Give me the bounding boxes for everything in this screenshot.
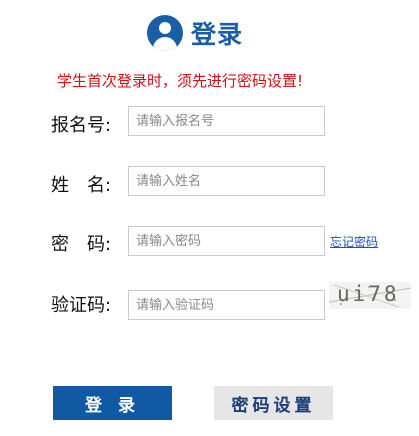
user-icon <box>147 15 183 51</box>
captcha-label: 验证码: <box>51 295 112 316</box>
captcha-input[interactable] <box>128 290 325 320</box>
name-input[interactable] <box>128 166 325 196</box>
set-password-button[interactable]: 密码设置 <box>214 386 333 420</box>
captcha-image[interactable]: ui78 <box>329 282 411 309</box>
login-button[interactable]: 登 录 <box>53 386 172 420</box>
first-login-notice: 学生首次登录时，须先进行密码设置! <box>57 72 304 90</box>
login-header: 登录 <box>147 13 243 53</box>
captcha-text: ui78 <box>337 282 400 306</box>
name-label: 姓 名: <box>51 175 112 196</box>
exam-no-input[interactable] <box>128 106 325 136</box>
password-label: 密 码: <box>51 234 112 255</box>
page-title: 登录 <box>191 20 244 49</box>
exam-no-label: 报名号: <box>51 115 112 136</box>
password-input[interactable] <box>128 226 325 256</box>
forgot-password-link[interactable]: 忘记密码 <box>330 233 378 250</box>
